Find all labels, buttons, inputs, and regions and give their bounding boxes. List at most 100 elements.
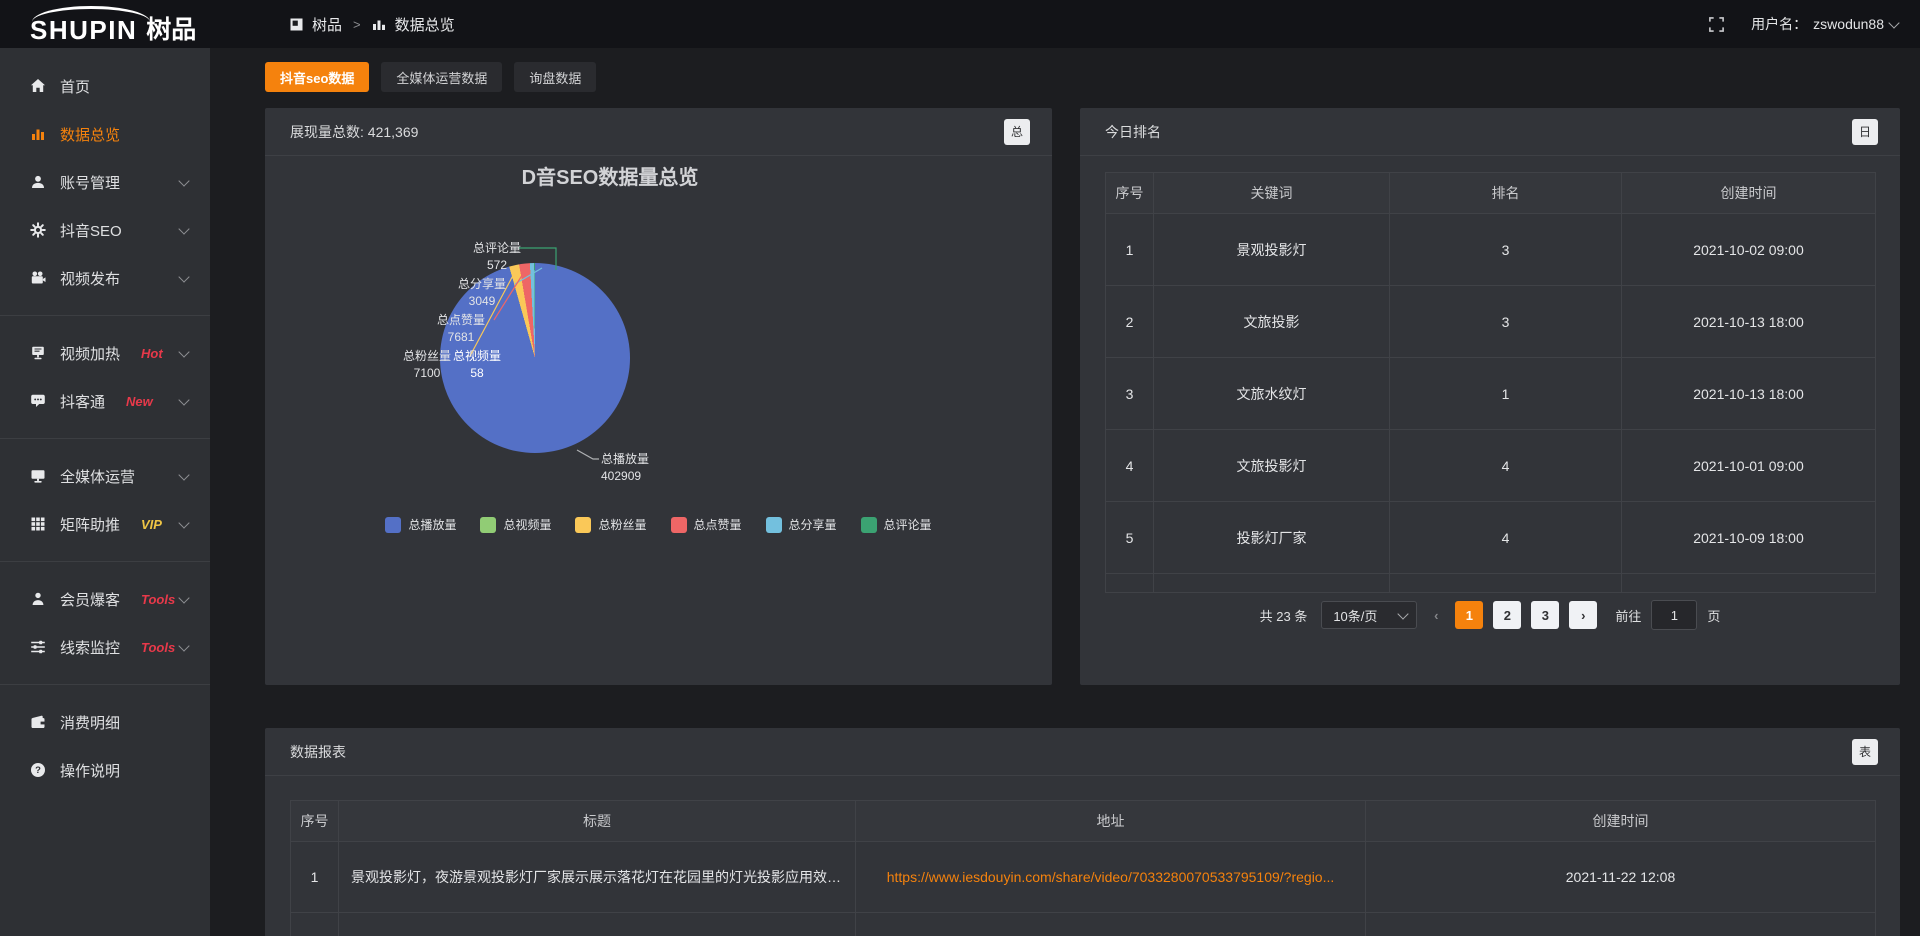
legend-swatch — [766, 517, 782, 533]
table-row: 1 景观投影灯，夜游景观投影灯厂家展示展示落花灯在花园里的灯光投影应用效果 # … — [291, 842, 1876, 913]
breadcrumb-root[interactable]: 树品 — [312, 14, 342, 35]
topbar-right: 用户名： zswodun88 — [1708, 14, 1898, 34]
pie-label-plays: 总播放量402909 — [601, 451, 691, 485]
sidebar-item-lead-monitor[interactable]: 线索监控 Tools — [0, 623, 210, 671]
gear-icon — [30, 222, 47, 239]
tab-douyin-seo-data[interactable]: 抖音seo数据 — [265, 62, 369, 92]
table-row: 1 景观投影灯 3 2021-10-02 09:00 — [1106, 214, 1876, 286]
chat-bubble-icon — [30, 393, 47, 410]
user-icon — [30, 174, 47, 191]
chart-panel-header: 展现量总数: 421,369 总 — [265, 108, 1052, 156]
breadcrumb-root-icon — [290, 18, 303, 31]
goto-suffix: 页 — [1707, 606, 1720, 625]
next-page-button[interactable]: › — [1569, 601, 1597, 629]
prev-page-button[interactable]: ‹ — [1427, 601, 1445, 629]
goto-label: 前往 — [1615, 606, 1641, 625]
tab-all-media-data[interactable]: 全媒体运营数据 — [381, 62, 502, 92]
table-row: 2 文旅投影 3 2021-10-13 18:00 — [1106, 286, 1876, 358]
sidebar-divider — [0, 315, 210, 316]
monitor-icon — [30, 468, 47, 485]
sidebar-item-label: 视频发布 — [60, 268, 120, 289]
legend-swatch — [480, 517, 496, 533]
legend-item-comments[interactable]: 总评论量 — [861, 516, 932, 533]
tools-badge: Tools — [141, 592, 175, 607]
logo-text-cn: 树品 — [146, 18, 196, 43]
pie-label-shares: 总分享量3049 — [450, 276, 514, 310]
sidebar-item-accounts[interactable]: 账号管理 — [0, 158, 210, 206]
day-view-button[interactable]: 日 — [1852, 119, 1878, 145]
fullscreen-icon[interactable] — [1708, 16, 1725, 33]
sidebar-item-spending-details[interactable]: 消费明细 — [0, 698, 210, 746]
sidebar-item-label: 会员爆客 — [60, 589, 120, 610]
sidebar-item-all-media[interactable]: 全媒体运营 — [0, 452, 210, 500]
new-badge: New — [126, 394, 153, 409]
video-link[interactable]: https://www.iesdouyin.com/share/video/70… — [887, 869, 1335, 885]
breadcrumb-current-icon — [372, 17, 386, 31]
legend-item-plays[interactable]: 总播放量 — [385, 516, 456, 533]
help-icon: ? — [30, 762, 47, 779]
grid-icon — [30, 516, 47, 533]
logo: SHUPIN 树品 — [30, 5, 215, 43]
ranking-panel-header: 今日排名 日 — [1080, 108, 1900, 156]
legend-item-videos[interactable]: 总视频量 — [480, 516, 551, 533]
today-ranking-panel: 今日排名 日 序号 关键词 排名 创建时间 1 景观投影灯 3 2021-10-… — [1080, 108, 1900, 685]
screen-icon — [30, 345, 47, 362]
tab-inquiry-data[interactable]: 询盘数据 — [514, 62, 596, 92]
sidebar-item-douyin-seo[interactable]: 抖音SEO — [0, 206, 210, 254]
sidebar-item-label: 全媒体运营 — [60, 466, 135, 487]
legend-item-likes[interactable]: 总点赞量 — [671, 516, 742, 533]
legend-swatch — [575, 517, 591, 533]
sidebar-item-data-overview[interactable]: 数据总览 — [0, 110, 210, 158]
hot-badge: Hot — [141, 346, 163, 361]
table-header-row: 序号 标题 地址 创建时间 — [291, 801, 1876, 842]
home-icon — [30, 78, 47, 95]
bar-chart-icon — [30, 126, 47, 143]
page-button-2[interactable]: 2 — [1493, 601, 1521, 629]
sidebar-item-label: 抖音SEO — [60, 220, 122, 241]
user-menu[interactable]: 用户名： zswodun88 — [1751, 14, 1898, 34]
table-view-button[interactable]: 表 — [1852, 739, 1878, 765]
sidebar-item-matrix-boost[interactable]: 矩阵助推 VIP — [0, 500, 210, 548]
sidebar-item-doukeTong[interactable]: 抖客通 New — [0, 377, 210, 425]
report-panel-title: 数据报表 — [290, 742, 346, 762]
legend-item-shares[interactable]: 总分享量 — [766, 516, 837, 533]
page-button-3[interactable]: 3 — [1531, 601, 1559, 629]
page-size-select[interactable]: 10条/页 — [1321, 601, 1417, 629]
sidebar-item-label: 视频加热 — [60, 343, 120, 364]
sidebar-item-home[interactable]: 首页 — [0, 62, 210, 110]
table-row: 5 投影灯厂家 4 2021-10-09 18:00 — [1106, 502, 1876, 574]
legend-swatch — [385, 517, 401, 533]
goto-page-input[interactable] — [1651, 600, 1697, 630]
sidebar-item-video-publish[interactable]: 视频发布 — [0, 254, 210, 302]
ranking-panel-title: 今日排名 — [1105, 122, 1161, 142]
table-row: 4 文旅投影灯 4 2021-10-01 09:00 — [1106, 430, 1876, 502]
breadcrumb-separator: > — [353, 17, 361, 32]
ranking-table: 序号 关键词 排名 创建时间 1 景观投影灯 3 2021-10-02 09:0… — [1105, 172, 1876, 593]
legend-item-fans[interactable]: 总粉丝量 — [575, 516, 646, 533]
sidebar-item-label: 消费明细 — [60, 712, 120, 733]
table-row: 3 文旅水纹灯 1 2021-10-13 18:00 — [1106, 358, 1876, 430]
sidebar-item-label: 抖客通 — [60, 391, 105, 412]
person-icon — [30, 591, 47, 608]
legend-swatch — [671, 517, 687, 533]
sidebar-item-label: 操作说明 — [60, 760, 120, 781]
pie-label-likes: 总点赞量7681 — [429, 312, 493, 346]
legend-swatch — [861, 517, 877, 533]
sidebar-item-member-burst[interactable]: 会员爆客 Tools — [0, 575, 210, 623]
page-button-1[interactable]: 1 — [1455, 601, 1483, 629]
total-view-button[interactable]: 总 — [1004, 119, 1030, 145]
sidebar-divider — [0, 561, 210, 562]
table-row-empty — [1106, 574, 1876, 593]
chevron-down-icon — [178, 394, 189, 405]
data-tabs: 抖音seo数据 全媒体运营数据 询盘数据 — [265, 62, 596, 92]
sidebar-item-help[interactable]: ? 操作说明 — [0, 746, 210, 794]
top-bar: SHUPIN 树品 树品 > 数据总览 用户名： zswodun88 — [0, 0, 1920, 48]
username-value: zswodun88 — [1813, 16, 1884, 32]
table-header-row: 序号 关键词 排名 创建时间 — [1106, 173, 1876, 214]
breadcrumb: 树品 > 数据总览 — [290, 14, 455, 35]
sidebar-item-label: 矩阵助推 — [60, 514, 120, 535]
chevron-down-icon — [178, 271, 189, 282]
data-report-panel: 数据报表 表 序号 标题 地址 创建时间 1 景观投影灯，夜游景观投影灯厂家展示… — [265, 728, 1900, 936]
pie-leader-lines — [265, 156, 1052, 685]
sidebar-item-video-heat[interactable]: 视频加热 Hot — [0, 329, 210, 377]
